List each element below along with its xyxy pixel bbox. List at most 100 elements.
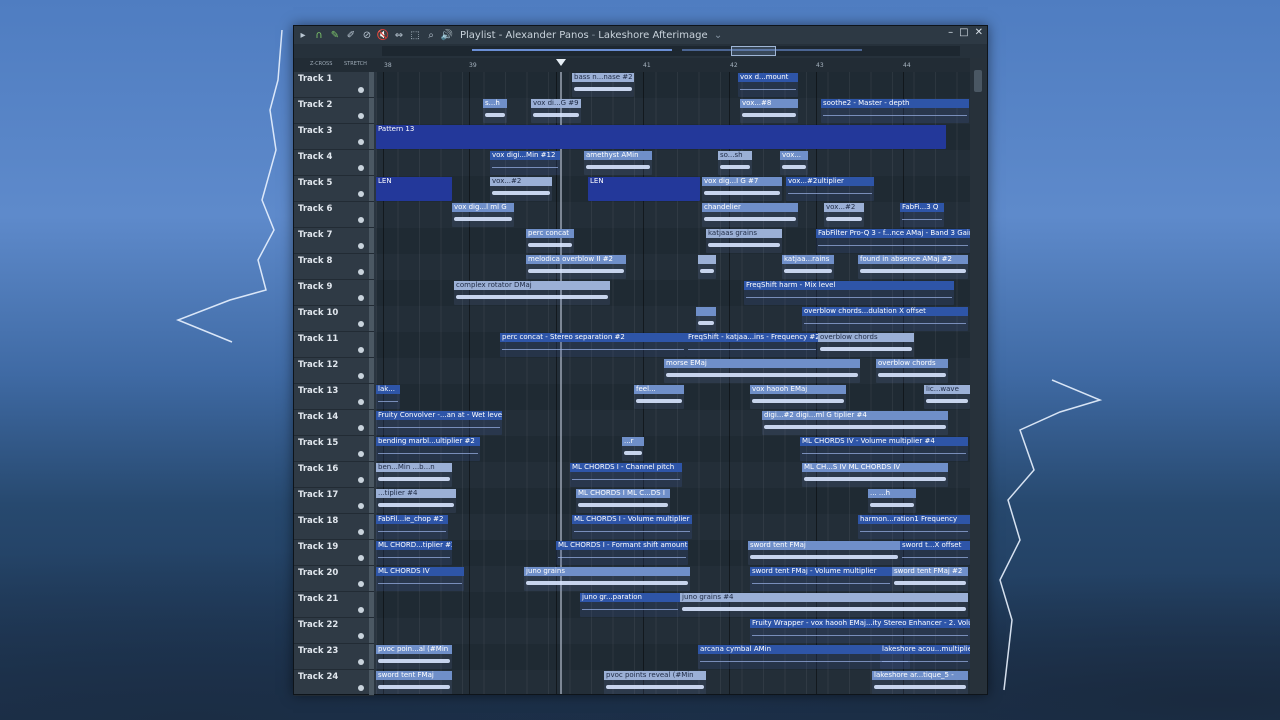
speaker-icon[interactable]: 🔊 — [440, 28, 454, 42]
track-header[interactable]: Track 16 — [294, 462, 374, 488]
playlist-clip[interactable]: arcana cymbal AMin — [698, 645, 910, 669]
playlist-clip[interactable]: juno gr...paration — [580, 593, 680, 617]
playlist-clip[interactable]: ML CHORDS IV — [376, 567, 464, 591]
track-grip[interactable] — [369, 202, 374, 227]
overview-selection[interactable] — [731, 46, 776, 56]
playlist-clip[interactable]: FreqShift - katjaa...ins - Frequency #2 — [686, 333, 818, 357]
playlist-clip[interactable]: LEN — [376, 177, 452, 201]
track-mute-led[interactable] — [358, 87, 364, 93]
playlist-clip[interactable]: lakeshore acou...multiplier — [880, 645, 970, 669]
playlist-clip[interactable]: digi...#2 digi...ml G tiplier #4 — [762, 411, 948, 435]
track-mute-led[interactable] — [358, 685, 364, 691]
playlist-clip[interactable]: perc concat - Stereo separation #2 — [500, 333, 686, 357]
zcross-label[interactable]: Z-CROSS — [310, 61, 332, 67]
track-grip[interactable] — [369, 566, 374, 591]
track-grip[interactable] — [369, 592, 374, 617]
playlist-clip[interactable]: so...sh — [718, 151, 752, 175]
playlist-clip[interactable]: lic...wave — [924, 385, 970, 409]
playlist-clip[interactable]: vox...#2 — [824, 203, 864, 227]
playlist-clip[interactable]: vox...#8 — [740, 99, 798, 123]
track-grip[interactable] — [369, 72, 374, 97]
playlist-clip[interactable]: katjaas grains — [706, 229, 782, 253]
minimize-icon[interactable]: – — [948, 27, 953, 38]
track-grip[interactable] — [369, 176, 374, 201]
track-header[interactable]: Track 7 — [294, 228, 374, 254]
playlist-clip[interactable]: ML CHORDS I ML C...DS I — [576, 489, 670, 513]
playlist-clip[interactable]: feel... — [634, 385, 684, 409]
track-header[interactable]: Track 3 — [294, 124, 374, 150]
track-grip[interactable] — [369, 488, 374, 513]
playlist-clip[interactable]: ... ...h — [868, 489, 916, 513]
track-mute-led[interactable] — [358, 295, 364, 301]
track-header[interactable]: Track 11 — [294, 332, 374, 358]
playlist-clip[interactable]: vox haooh EMaj — [750, 385, 846, 409]
playlist-clip[interactable]: juno grains #4 — [680, 593, 968, 617]
playlist-clip[interactable]: ML CHORDS I - Formant shift amount — [556, 541, 688, 565]
playlist-clip[interactable]: Fruity Wrapper - vox haooh EMaj...ity St… — [750, 619, 970, 643]
track-header[interactable]: Track 2 — [294, 98, 374, 124]
track-grip[interactable] — [369, 436, 374, 461]
playlist-clip[interactable]: FabFil...ie_chop #2 — [376, 515, 448, 539]
playlist-clip[interactable]: vox dig...l ml G — [452, 203, 514, 227]
playlist-clip[interactable] — [696, 307, 716, 331]
playlist-clip[interactable]: overblow chords...dulation X offset — [802, 307, 968, 331]
playlist-clip[interactable]: ML CHORDS I - Volume multiplier — [572, 515, 692, 539]
playlist-clip[interactable]: juno grains — [524, 567, 690, 591]
stretch-label[interactable]: STRETCH — [344, 61, 367, 67]
select-icon[interactable]: ⬚ — [408, 28, 422, 42]
track-header[interactable]: Track 19 — [294, 540, 374, 566]
track-header[interactable]: Track 17 — [294, 488, 374, 514]
playlist-clip[interactable]: FabFi...3 Q — [900, 203, 944, 227]
track-header[interactable]: Track 1 — [294, 72, 374, 98]
track-mute-led[interactable] — [358, 113, 364, 119]
delete-icon[interactable]: ⊘ — [360, 28, 374, 42]
track-grip[interactable] — [369, 254, 374, 279]
playlist-clip[interactable]: LEN — [588, 177, 700, 201]
track-mute-led[interactable] — [358, 373, 364, 379]
track-mute-led[interactable] — [358, 659, 364, 665]
track-mute-led[interactable] — [358, 477, 364, 483]
track-grip[interactable] — [369, 410, 374, 435]
track-grip[interactable] — [369, 280, 374, 305]
track-mute-led[interactable] — [358, 321, 364, 327]
playlist-clip[interactable]: ML CHORDS IV - Volume multiplier #4 — [800, 437, 968, 461]
playlist-clip[interactable]: amethyst AMin — [584, 151, 652, 175]
track-header[interactable]: Track 5 — [294, 176, 374, 202]
track-header[interactable]: Track 23 — [294, 644, 374, 670]
track-grip[interactable] — [369, 150, 374, 175]
track-grip[interactable] — [369, 228, 374, 253]
track-header[interactable]: Track 4 — [294, 150, 374, 176]
playlist-clip[interactable]: pvoc points reveal (#Min — [604, 671, 706, 694]
pencil-icon[interactable]: ✎ — [328, 28, 342, 42]
playlist-clip[interactable]: bending marbl...ultiplier #2 — [376, 437, 480, 461]
playlist-clip[interactable]: FreqShift harm - Mix level — [744, 281, 954, 305]
playlist-clip[interactable]: vox di...G #9 — [531, 99, 581, 123]
playlist-clip[interactable]: harmon...ration1 Frequency — [858, 515, 970, 539]
track-mute-led[interactable] — [358, 191, 364, 197]
playlist-clip[interactable]: katjaa...rains — [782, 255, 834, 279]
playlist-clip[interactable]: ...r — [622, 437, 644, 461]
track-header[interactable]: Track 12 — [294, 358, 374, 384]
track-grip[interactable] — [369, 540, 374, 565]
playlist-clip[interactable]: s...h — [483, 99, 507, 123]
track-mute-led[interactable] — [358, 425, 364, 431]
track-mute-led[interactable] — [358, 399, 364, 405]
play-arrow-icon[interactable]: ▸ — [296, 28, 310, 42]
playlist-clip[interactable]: vox... — [780, 151, 808, 175]
playlist-clip[interactable]: sword t...X offset — [900, 541, 970, 565]
track-header[interactable]: Track 24 — [294, 670, 374, 696]
playlist-clip[interactable]: lakeshore ar...tique_5 - — [872, 671, 968, 694]
song-overview[interactable] — [382, 46, 960, 56]
maximize-icon[interactable]: □ — [959, 27, 968, 38]
magnet-icon[interactable]: ∩ — [312, 28, 326, 42]
playlist-clip[interactable]: overblow chords — [818, 333, 914, 357]
playlist-clip[interactable]: FabFilter Pro-Q 3 - f...nce AMaj - Band … — [816, 229, 970, 253]
track-mute-led[interactable] — [358, 529, 364, 535]
playlist-clip[interactable]: vox...#2ultiplier — [786, 177, 874, 201]
playlist-clip[interactable]: ...tiplier #4 — [376, 489, 456, 513]
track-grip[interactable] — [369, 306, 374, 331]
track-header[interactable]: Track 22 — [294, 618, 374, 644]
timeline-ruler[interactable]: 38 39 41 42 43 44 — [374, 58, 970, 72]
track-mute-led[interactable] — [358, 269, 364, 275]
scrollbar-thumb[interactable] — [974, 70, 982, 92]
